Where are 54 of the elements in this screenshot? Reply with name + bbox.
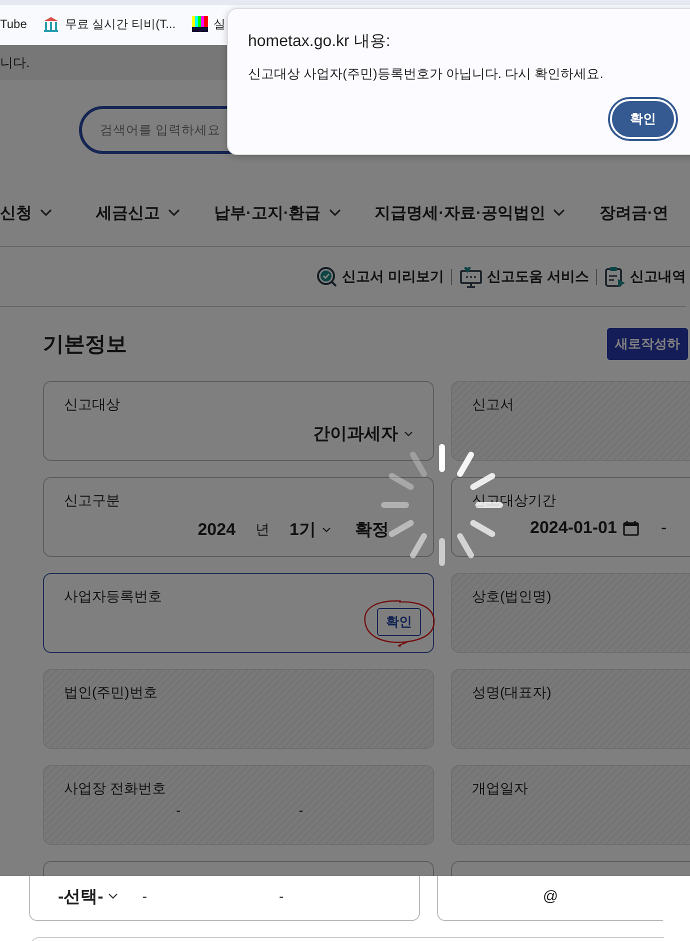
nav-menu-item[interactable]: 장려금·연 bbox=[599, 202, 669, 224]
color-bars-icon bbox=[192, 16, 208, 32]
field-label: 신고대상기간 bbox=[472, 492, 557, 510]
chevron-icon bbox=[108, 893, 118, 899]
chevron-icon bbox=[322, 526, 331, 532]
chevron-icon bbox=[40, 209, 52, 217]
year-unit: 년 bbox=[256, 520, 270, 538]
year-value[interactable]: 2024 bbox=[198, 520, 236, 540]
nav-menu-item[interactable]: 지급명세·자료·공익법인 bbox=[374, 202, 566, 224]
toolbar-link[interactable]: 신고내역 bbox=[630, 268, 686, 286]
field-label: 개업일자 bbox=[472, 780, 529, 798]
magnifier-check-icon bbox=[316, 266, 338, 288]
bookmark-link[interactable]: Tube bbox=[0, 17, 27, 31]
field-label: 신고구분 bbox=[64, 492, 121, 510]
field-label: 신고서 bbox=[472, 396, 515, 414]
field-label: 신고대상 bbox=[64, 396, 121, 414]
chevron-icon bbox=[553, 209, 566, 217]
field-label: 성명(대표자) bbox=[472, 684, 552, 702]
term-dropdown[interactable]: 1기 bbox=[290, 518, 331, 541]
dropdown[interactable]: 간이과세자 bbox=[313, 422, 413, 445]
toolbar-link[interactable]: 신고도움 서비스 bbox=[487, 268, 589, 286]
phone-separator: - bbox=[298, 802, 304, 818]
range-separator: - bbox=[660, 518, 667, 538]
field-label: 사업자등록번호 bbox=[64, 588, 163, 606]
nav-menu-item[interactable]: 납부·고지·환급 bbox=[214, 202, 341, 224]
chevron-icon bbox=[404, 430, 413, 436]
date-value[interactable]: 2024-01-01 bbox=[530, 518, 617, 538]
building-icon bbox=[42, 16, 59, 32]
confirm-button[interactable]: 확인 bbox=[377, 608, 421, 636]
new-button[interactable]: 새로작성하 bbox=[607, 328, 688, 360]
toolbar-link[interactable]: 신고서 미리보기 bbox=[342, 268, 444, 286]
ok-button[interactable]: 확인 bbox=[610, 99, 676, 139]
dialog-title: hometax.go.kr 내용: bbox=[248, 32, 392, 52]
bookmark-link[interactable]: 무료 실시간 티비(T... bbox=[64, 16, 176, 32]
calendar-icon[interactable] bbox=[622, 520, 639, 536]
chevron-icon bbox=[328, 209, 341, 217]
type-dropdown[interactable]: 확정 bbox=[355, 518, 389, 541]
section-title: 기본정보 bbox=[43, 332, 127, 358]
phone-separator: - bbox=[142, 888, 147, 904]
nav-menu-item[interactable]: 신청 bbox=[0, 202, 52, 224]
phone-prefix-dropdown[interactable]: -선택- bbox=[58, 884, 118, 908]
nav-menu-item[interactable]: 세금신고 bbox=[96, 202, 180, 224]
chevron-icon bbox=[168, 209, 180, 217]
monitor-heart-icon bbox=[459, 266, 484, 288]
notice-text: 니다. bbox=[0, 54, 30, 72]
field-label: 사업장 전화번호 bbox=[64, 780, 167, 798]
dialog-message: 신고대상 사업자(주민)등록번호가 아닙니다. 다시 확인하세요. bbox=[248, 65, 604, 83]
field-label: 상호(법인명) bbox=[472, 588, 552, 606]
field-label: 법인(주민)번호 bbox=[64, 684, 158, 702]
email-at-sign: @ bbox=[542, 888, 558, 904]
bookmark-link[interactable]: 실 bbox=[214, 16, 226, 32]
phone-separator: - bbox=[176, 802, 181, 818]
document-icon bbox=[604, 266, 626, 288]
phone-separator: - bbox=[279, 888, 284, 904]
